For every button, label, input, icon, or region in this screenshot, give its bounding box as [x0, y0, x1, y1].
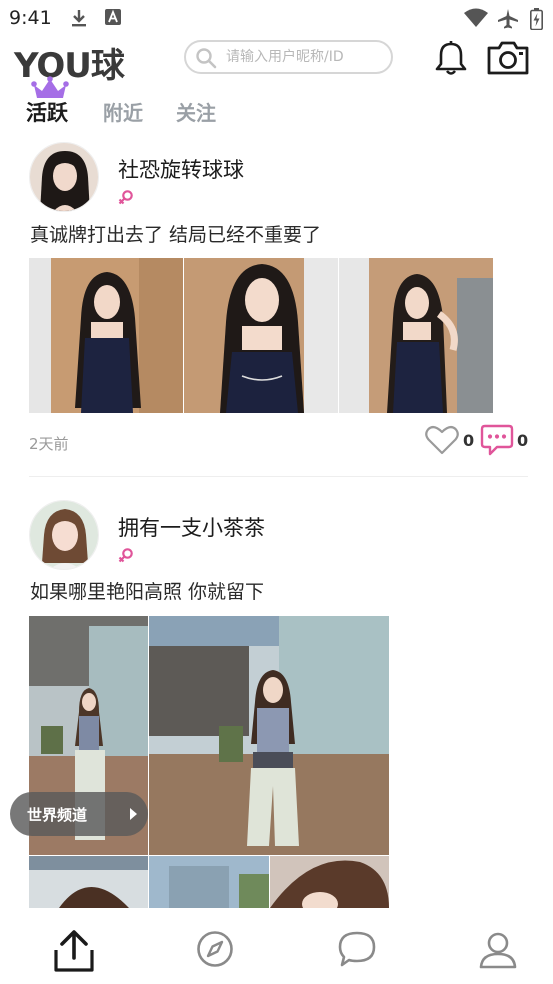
airplane-icon [498, 9, 518, 29]
post-photo[interactable] [29, 856, 148, 908]
post-caption: 如果哪里艳阳高照 你就留下 [30, 581, 265, 603]
status-time: 9:41 [9, 7, 52, 29]
post-photo[interactable] [149, 856, 269, 908]
post-photo[interactable] [270, 856, 389, 908]
like-count: 0 [463, 431, 475, 450]
post-time: 2天前 [29, 435, 69, 453]
post-photo[interactable] [149, 616, 389, 855]
upload-icon[interactable] [52, 928, 96, 974]
tab-following[interactable]: 关注 [176, 97, 216, 126]
world-channel-button[interactable]: 世界频道 [10, 792, 148, 836]
chevron-right-icon [130, 808, 137, 820]
post-username[interactable]: 社恐旋转球球 [118, 154, 244, 184]
bottom-navigation [0, 908, 553, 984]
world-channel-label: 世界频道 [27, 806, 88, 824]
post-photo[interactable] [184, 258, 338, 413]
post-photo[interactable] [339, 258, 493, 413]
download-icon [72, 10, 86, 27]
camera-icon[interactable] [486, 40, 530, 76]
status-bar: 9:41 [0, 0, 553, 36]
post-avatar[interactable] [29, 142, 99, 212]
search-icon [196, 48, 217, 69]
tab-active[interactable]: 活跃 [26, 97, 68, 127]
post-caption: 真诚牌打出去了 结局已经不重要了 [30, 224, 322, 246]
female-gender-icon [118, 190, 133, 205]
notification-bell-icon[interactable] [434, 40, 468, 76]
tab-nearby[interactable]: 附近 [103, 97, 143, 126]
female-gender-icon [118, 548, 133, 563]
app-store-icon [105, 9, 121, 25]
post-divider [29, 476, 528, 477]
discover-compass-icon[interactable] [196, 930, 234, 968]
comment-count: 0 [517, 431, 529, 450]
post-photo[interactable] [29, 258, 183, 413]
profile-user-icon[interactable] [478, 930, 518, 970]
heart-like-icon[interactable] [425, 425, 459, 455]
wifi-icon [464, 8, 488, 27]
post-username[interactable]: 拥有一支小茶茶 [118, 512, 265, 542]
message-bubble-icon[interactable] [337, 930, 377, 968]
comment-bubble-icon[interactable] [480, 424, 514, 456]
search-input[interactable] [226, 45, 386, 69]
search-bar[interactable] [184, 40, 393, 74]
post-avatar[interactable] [29, 500, 99, 570]
battery-charging-icon [530, 8, 543, 30]
